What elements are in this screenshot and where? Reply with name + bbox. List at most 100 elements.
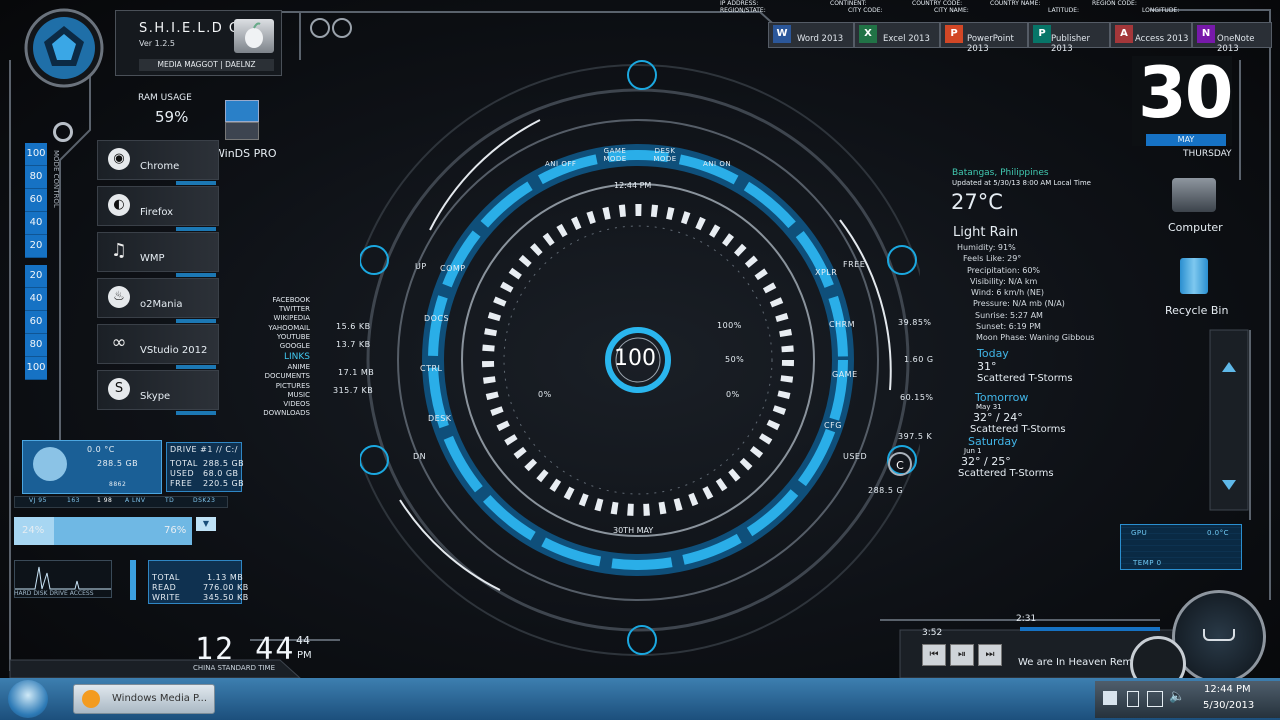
ring-chrm[interactable]: CHRM [829, 320, 855, 329]
digital-clock-zone: CHINA STANDARD TIME [193, 664, 276, 672]
links-panel: FACEBOOK TWITTER WIKIPEDIA YAHOOMAIL YOU… [250, 296, 310, 418]
office-publisher-button[interactable]: P Publisher 2013 [1028, 22, 1110, 54]
office-powerpoint-button[interactable]: P PowerPoint 2013 [940, 22, 1028, 54]
volume-knob[interactable] [1172, 590, 1266, 684]
target-icon[interactable] [332, 18, 352, 38]
sidebar-item-firefox[interactable]: ◐ Firefox [97, 186, 219, 231]
tray-show-icons-button[interactable] [1103, 691, 1117, 705]
stat-dn-2: 315.7 KB [333, 386, 374, 395]
stat-used-size: 397.5 K [898, 432, 933, 441]
date-panel: 30 [1132, 52, 1233, 146]
mode-ani-off[interactable]: ANI OFF [545, 160, 576, 168]
start-button[interactable] [8, 680, 48, 718]
winds-pro-desktop-icon[interactable] [222, 100, 260, 140]
inner-pct-100: 100% [717, 321, 742, 330]
weather-location: Batangas, Philippines [952, 168, 1049, 178]
ram-value: 59% [155, 108, 189, 126]
office-label: Access 2013 [1135, 34, 1189, 44]
taskbar-time[interactable]: 12:44 PM [1204, 684, 1251, 695]
next-track-button[interactable]: ⏭ [978, 644, 1002, 666]
link-google[interactable]: GOOGLE [250, 342, 310, 351]
tray-volume-icon[interactable]: 🔈 [1169, 689, 1185, 704]
scale-tick: 60 [25, 189, 47, 212]
weather-detail: Wind: 6 km/h (NE) [971, 288, 1044, 297]
mode-ani-on[interactable]: ANI ON [703, 160, 731, 168]
drive-used-pct: 24% [22, 525, 45, 536]
link-videos[interactable]: VIDEOS [250, 400, 310, 409]
ring-used[interactable]: USED [843, 452, 867, 461]
link-youtube[interactable]: YOUTUBE [250, 333, 310, 342]
link-anime[interactable]: ANIME [250, 363, 310, 372]
hdd-activity-spikes [15, 566, 111, 590]
weather-updated: Updated at 5/30/13 8:00 AM Local Time [952, 179, 1091, 187]
drive-free-pct: 76% [164, 525, 187, 536]
computer-icon[interactable] [1172, 178, 1216, 212]
gpu-panel: GPU 0.0°C TEMP 0 [1120, 524, 1242, 570]
ring-dn[interactable]: DN [413, 452, 426, 461]
sidebar-item-skype[interactable]: S Skype [97, 370, 219, 415]
sidebar-item-wmp[interactable]: ♫ WMP [97, 232, 219, 277]
sidebar-item-o2mania[interactable]: ♨ o2Mania [97, 278, 219, 323]
recycle-bin-icon[interactable] [1180, 258, 1208, 294]
scale-tick: 100 [25, 143, 47, 166]
sidebar-item-chrome[interactable]: ◉ Chrome [97, 140, 219, 185]
sidebar-item-vstudio[interactable]: ∞ VStudio 2012 [97, 324, 219, 369]
ram-label: RAM USAGE [138, 93, 192, 103]
settings-icon[interactable] [310, 18, 330, 38]
mac-finder-icon[interactable] [234, 19, 274, 53]
onenote-icon: N [1197, 25, 1215, 43]
link-documents[interactable]: DOCUMENTS [250, 372, 310, 381]
ring-comp[interactable]: COMP [440, 264, 466, 273]
ring-cfg[interactable]: CFG [824, 421, 842, 430]
weather-temp: 27°C [951, 190, 1003, 214]
ring-docs[interactable]: DOCS [424, 314, 449, 323]
ring-game[interactable]: GAME [832, 370, 858, 379]
previous-track-button[interactable]: ⏮ [922, 644, 946, 666]
excel-icon: X [859, 25, 877, 43]
play-pause-button[interactable]: ⏯ [950, 644, 974, 666]
link-music[interactable]: MUSIC [250, 391, 310, 400]
header-label: LONGITUDE: [1142, 7, 1180, 14]
ring-ctrl[interactable]: CTRL [420, 364, 443, 373]
drive-c-button[interactable]: C [888, 452, 912, 476]
drive-title: DRIVE #1 // C:/ [170, 445, 238, 454]
gpu-value: 0.0°C [1207, 529, 1230, 537]
link-wikipedia[interactable]: WIKIPEDIA [250, 314, 310, 323]
ring-free[interactable]: FREE [843, 260, 865, 269]
ring-desk[interactable]: DESK [428, 414, 452, 423]
link-pictures[interactable]: PICTURES [250, 382, 310, 391]
dropdown-toggle-button[interactable]: ▼ [196, 517, 216, 531]
link-facebook[interactable]: FACEBOOK [250, 296, 310, 305]
music-note-icon: ♫ [110, 240, 128, 261]
flame-icon: ♨ [108, 286, 130, 308]
tray-network-icon[interactable] [1147, 691, 1163, 707]
drive-visual-panel: 0.0 °C 288.5 GB 8862 [22, 440, 162, 494]
stat-free-size: 1.60 G [904, 355, 934, 364]
hard-drive-icon [33, 447, 67, 481]
office-access-button[interactable]: A Access 2013 [1110, 22, 1192, 48]
shield-logo-icon[interactable] [24, 8, 104, 88]
media-progress-bar[interactable] [1020, 627, 1160, 631]
taskbar-date[interactable]: 5/30/2013 [1203, 700, 1254, 711]
drive-row-value: 288.5 GB [203, 459, 245, 468]
mode-game[interactable]: GAME MODE [600, 147, 630, 163]
tray-battery-icon[interactable] [1127, 691, 1139, 707]
mode-desk[interactable]: DESK MODE [650, 147, 680, 163]
date-day: 30 [1138, 52, 1233, 134]
infinity-icon: ∞ [111, 332, 127, 353]
scale-tick: 40 [25, 212, 47, 235]
office-excel-button[interactable]: X Excel 2013 [854, 22, 940, 48]
header-info-region: REGION CODE: LONGITUDE: [1092, 0, 1179, 14]
office-word-button[interactable]: W Word 2013 [768, 22, 854, 48]
hdd-level-bar [130, 560, 136, 600]
ring-xplr[interactable]: XPLR [815, 268, 837, 277]
ring-up[interactable]: UP [415, 262, 427, 271]
office-onenote-button[interactable]: N OneNote 2013 [1192, 22, 1272, 54]
mode-target-icon[interactable] [53, 122, 73, 142]
link-yahoomail[interactable]: YAHOOMAIL [250, 324, 310, 333]
link-downloads[interactable]: DOWNLOADS [250, 409, 310, 418]
dial-center-value: 100 [614, 346, 656, 371]
taskbar-windows-media-player[interactable]: Windows Media P... [73, 684, 215, 714]
link-twitter[interactable]: TWITTER [250, 305, 310, 314]
office-label: Word 2013 [797, 34, 844, 44]
